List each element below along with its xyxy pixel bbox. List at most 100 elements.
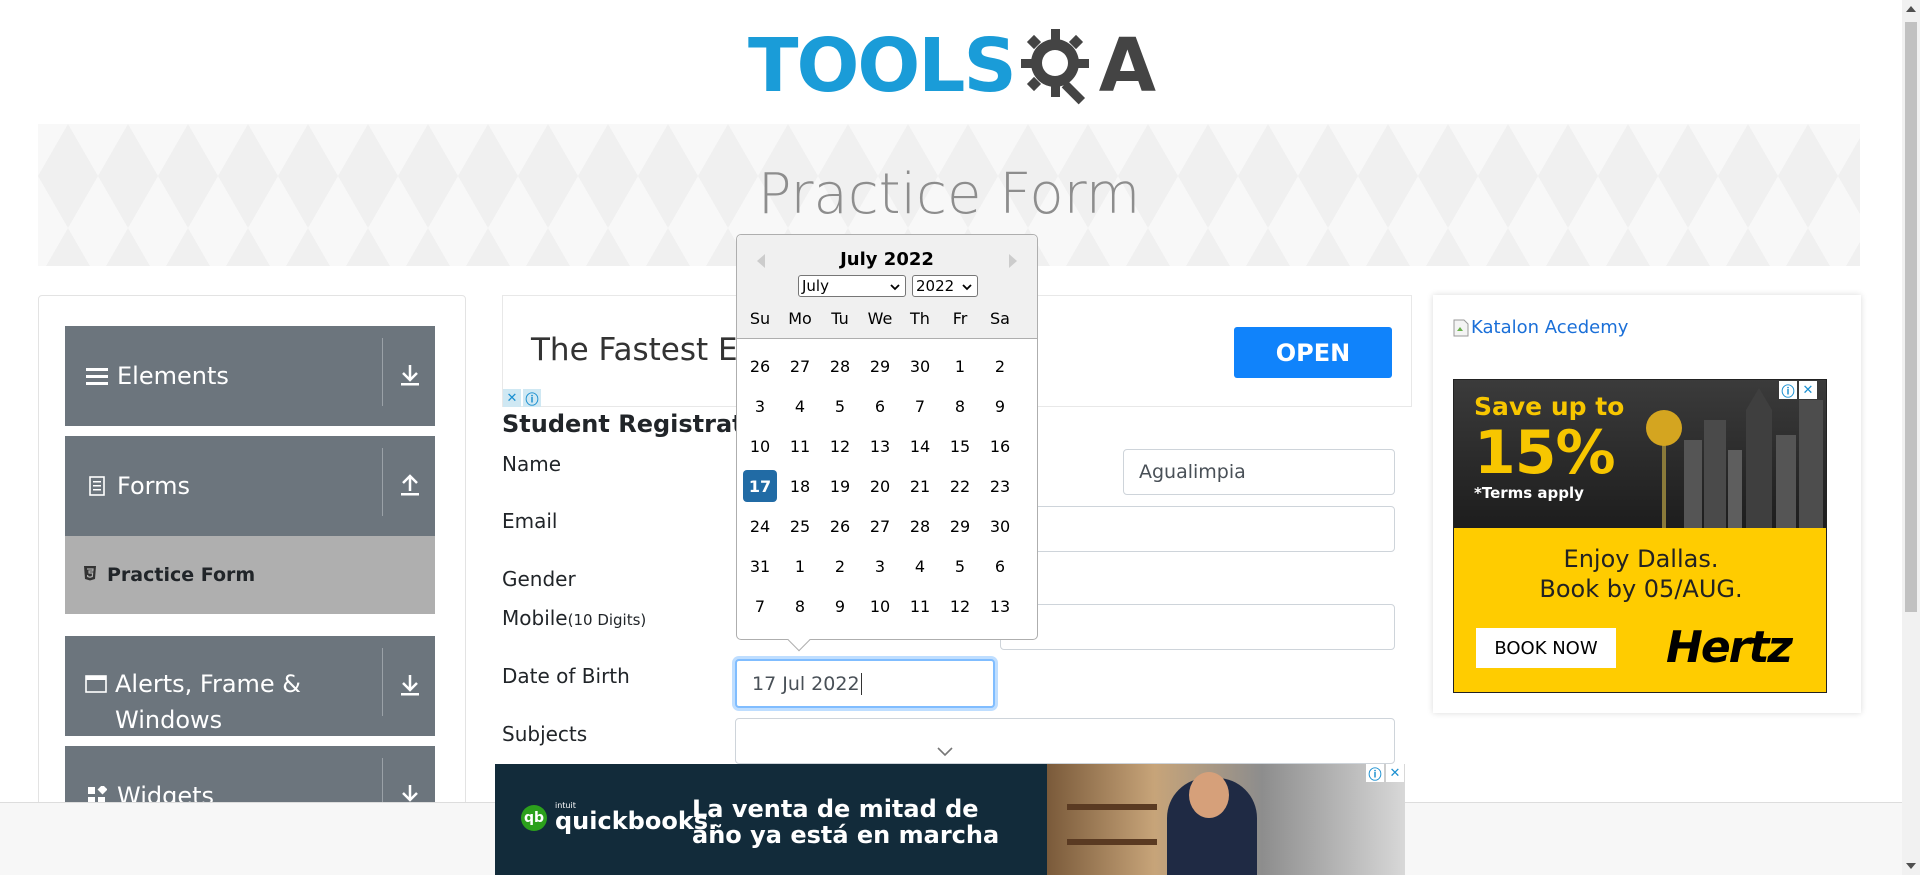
calendar-day[interactable]: 29: [863, 350, 897, 382]
book-now-button[interactable]: BOOK NOW: [1476, 628, 1616, 668]
html5-icon: [83, 564, 97, 586]
gender-label: Gender: [502, 567, 576, 591]
calendar-day[interactable]: 22: [943, 470, 977, 502]
logo-qa-text: A: [1098, 23, 1157, 109]
calendar-day[interactable]: 16: [983, 430, 1017, 462]
calendar-day[interactable]: 27: [863, 510, 897, 542]
calendar-day[interactable]: 20: [863, 470, 897, 502]
calendar-day[interactable]: 12: [943, 590, 977, 622]
calendar-day[interactable]: 1: [783, 550, 817, 582]
adchoices-badge[interactable]: ✕ ⓘ: [503, 389, 541, 408]
calendar-day[interactable]: 11: [783, 430, 817, 462]
info-icon[interactable]: ⓘ: [1779, 381, 1797, 400]
katalon-ad-link[interactable]: Katalon Acedemy: [1453, 317, 1628, 338]
calendar-day[interactable]: 19: [823, 470, 857, 502]
calendar-day[interactable]: 9: [983, 390, 1017, 422]
close-icon[interactable]: ✕: [503, 389, 521, 407]
scroll-down-icon[interactable]: [1906, 863, 1916, 869]
quickbooks-advertisement[interactable]: qb intuit quickbooks. La venta de mitad …: [495, 764, 1405, 875]
weekday-label: Mo: [788, 309, 812, 328]
calendar-day[interactable]: 18: [783, 470, 817, 502]
calendar-day[interactable]: 14: [903, 430, 937, 462]
hertz-logo: Hertz: [1666, 622, 1793, 673]
ad-promo-text: La venta de mitad de año ya está en marc…: [692, 796, 999, 848]
date-of-birth-input[interactable]: 17 Jul 2022: [735, 659, 995, 708]
calendar-month-title: July 2022: [840, 249, 934, 270]
next-month-button[interactable]: [1001, 249, 1025, 273]
calendar-day[interactable]: 30: [903, 350, 937, 382]
calendar-day[interactable]: 8: [943, 390, 977, 422]
sidebar-group-forms[interactable]: Forms: [65, 436, 435, 536]
calendar-day[interactable]: 10: [743, 430, 777, 462]
calendar-day[interactable]: 3: [863, 550, 897, 582]
info-icon[interactable]: ⓘ: [1366, 764, 1384, 783]
calendar-day[interactable]: 7: [903, 390, 937, 422]
calendar-day[interactable]: 26: [743, 350, 777, 382]
vertical-scrollbar[interactable]: [1902, 0, 1920, 875]
last-name-input[interactable]: Agualimpia: [1123, 449, 1395, 495]
toolsqa-logo[interactable]: TOOLS A: [748, 18, 1156, 114]
calendar-day[interactable]: 12: [823, 430, 857, 462]
close-icon[interactable]: ✕: [1799, 381, 1817, 399]
calendar-day[interactable]: 28: [903, 510, 937, 542]
sidebar-group-alerts[interactable]: Alerts, Frame & Windows: [65, 636, 435, 736]
calendar-day[interactable]: 27: [783, 350, 817, 382]
ad-open-button[interactable]: OPEN: [1234, 327, 1392, 378]
calendar-day[interactable]: 3: [743, 390, 777, 422]
sidebar-group-elements[interactable]: Elements: [65, 326, 435, 426]
month-select[interactable]: July: [798, 275, 906, 297]
ad-offer-line1: Enjoy Dallas.: [1563, 545, 1719, 573]
adchoices-badge[interactable]: ⓘ ✕: [1779, 381, 1817, 400]
page: TOOLS A Practice Form Elements Forms Pra…: [0, 0, 1920, 875]
email-input[interactable]: [1000, 506, 1395, 552]
close-icon[interactable]: ✕: [1386, 764, 1404, 782]
dob-label: Date of Birth: [502, 664, 630, 688]
calendar-day[interactable]: 31: [743, 550, 777, 582]
shelf: [1067, 804, 1157, 810]
subjects-input[interactable]: [735, 718, 1395, 764]
calendar-day[interactable]: 26: [823, 510, 857, 542]
calendar-day[interactable]: 10: [863, 590, 897, 622]
download-arrow-icon[interactable]: [395, 360, 425, 390]
calendar-day[interactable]: 11: [903, 590, 937, 622]
adchoices-badge[interactable]: ⓘ ✕: [1366, 764, 1404, 783]
calendar-day[interactable]: 28: [823, 350, 857, 382]
document-icon: [85, 468, 109, 504]
sidebar-item-practice-form[interactable]: Practice Form: [65, 536, 435, 614]
scroll-up-icon[interactable]: [1906, 6, 1916, 12]
calendar-day[interactable]: 23: [983, 470, 1017, 502]
calendar-day[interactable]: 13: [863, 430, 897, 462]
calendar-day[interactable]: 2: [983, 350, 1017, 382]
year-select[interactable]: 2022: [912, 275, 978, 297]
calendar-day[interactable]: 2: [823, 550, 857, 582]
calendar-day[interactable]: 24: [743, 510, 777, 542]
calendar-day[interactable]: 6: [863, 390, 897, 422]
calendar-day[interactable]: 5: [823, 390, 857, 422]
shelf: [1067, 839, 1157, 845]
mobile-input[interactable]: [1000, 604, 1395, 650]
scrollbar-thumb[interactable]: [1905, 22, 1917, 612]
calendar-day[interactable]: 21: [903, 470, 937, 502]
calendar-day[interactable]: 8: [783, 590, 817, 622]
calendar-day[interactable]: 9: [823, 590, 857, 622]
date-picker-popup: July 2022 July 2022 Su Mo Tu We Th Fr Sa 26 27 2…: [736, 234, 1038, 652]
calendar-day[interactable]: 6: [983, 550, 1017, 582]
calendar-day[interactable]: 4: [903, 550, 937, 582]
calendar-day[interactable]: 15: [943, 430, 977, 462]
info-icon[interactable]: ⓘ: [523, 389, 541, 408]
year-select-value: 2022: [916, 277, 955, 295]
calendar-day[interactable]: 5: [943, 550, 977, 582]
sidebar-group-label: Elements: [117, 362, 229, 390]
weekday-label: Th: [910, 309, 930, 328]
calendar-day-selected[interactable]: 17: [743, 470, 777, 502]
calendar-day[interactable]: 4: [783, 390, 817, 422]
calendar-day[interactable]: 30: [983, 510, 1017, 542]
calendar-day[interactable]: 7: [743, 590, 777, 622]
hertz-ad[interactable]: Save up to 15% *Terms apply Enjoy Dallas…: [1453, 379, 1827, 693]
calendar-day[interactable]: 13: [983, 590, 1017, 622]
upload-arrow-icon[interactable]: [395, 470, 425, 500]
calendar-day[interactable]: 25: [783, 510, 817, 542]
calendar-day[interactable]: 1: [943, 350, 977, 382]
download-arrow-icon[interactable]: [395, 670, 425, 700]
calendar-day[interactable]: 29: [943, 510, 977, 542]
